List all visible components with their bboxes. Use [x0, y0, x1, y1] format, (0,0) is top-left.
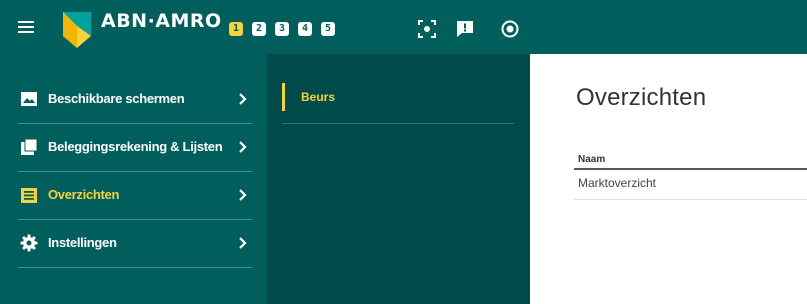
- sidebar-item-label: Beschikbare schermen: [48, 91, 185, 106]
- feedback-icon[interactable]: [454, 18, 476, 40]
- portfolio-icon: [21, 138, 38, 155]
- chevron-right-icon: [239, 189, 247, 201]
- column-header-naam[interactable]: Naam: [574, 150, 807, 170]
- submenu-item-label: Beurs: [301, 90, 336, 104]
- active-indicator: [282, 83, 285, 111]
- screenshot-icon[interactable]: [416, 18, 438, 40]
- brand-name: ABN·AMRO: [101, 10, 222, 32]
- menu-icon[interactable]: [18, 21, 34, 33]
- chevron-right-icon: [239, 237, 247, 249]
- record-icon[interactable]: [499, 18, 521, 40]
- workspace-5-button[interactable]: 5: [321, 22, 335, 36]
- workspace-4-button[interactable]: 4: [298, 22, 312, 36]
- submenu-item-beurs[interactable]: Beurs: [282, 83, 514, 124]
- overview-icon: [21, 188, 37, 203]
- sidebar-item-beleggingsrekening[interactable]: Beleggingsrekening & Lijsten: [18, 124, 252, 172]
- table-row[interactable]: Marktoverzicht: [574, 170, 807, 200]
- divider: [282, 123, 514, 124]
- page-title: Overzichten: [576, 84, 707, 111]
- sidebar-item-instellingen[interactable]: Instellingen: [18, 220, 252, 268]
- sidebar-item-beschikbare-schermen[interactable]: Beschikbare schermen: [18, 76, 252, 124]
- top-bar: ABN·AMRO 1 2 3 4 5: [0, 0, 807, 54]
- main-content: Overzichten Naam Marktoverzicht: [530, 54, 807, 304]
- divider: [18, 267, 252, 268]
- chevron-right-icon: [239, 93, 247, 105]
- overview-table: Naam Marktoverzicht: [574, 150, 807, 200]
- workspace-3-button[interactable]: 3: [275, 22, 289, 36]
- workspace-2-button[interactable]: 2: [252, 22, 266, 36]
- gear-icon: [20, 234, 38, 252]
- sidebar-item-overzichten[interactable]: Overzichten: [18, 172, 252, 220]
- screens-icon: [21, 92, 37, 106]
- abn-amro-shield-logo: [63, 12, 91, 48]
- workspace-1-button[interactable]: 1: [229, 22, 243, 36]
- chevron-right-icon: [239, 141, 247, 153]
- sidebar-item-label: Instellingen: [48, 235, 117, 250]
- submenu-panel: Beurs: [267, 54, 530, 304]
- sidebar-item-label: Beleggingsrekening & Lijsten: [48, 139, 223, 154]
- sidebar-item-label: Overzichten: [48, 187, 120, 202]
- sidebar: Beschikbare schermen Beleggingsrekening …: [0, 54, 267, 304]
